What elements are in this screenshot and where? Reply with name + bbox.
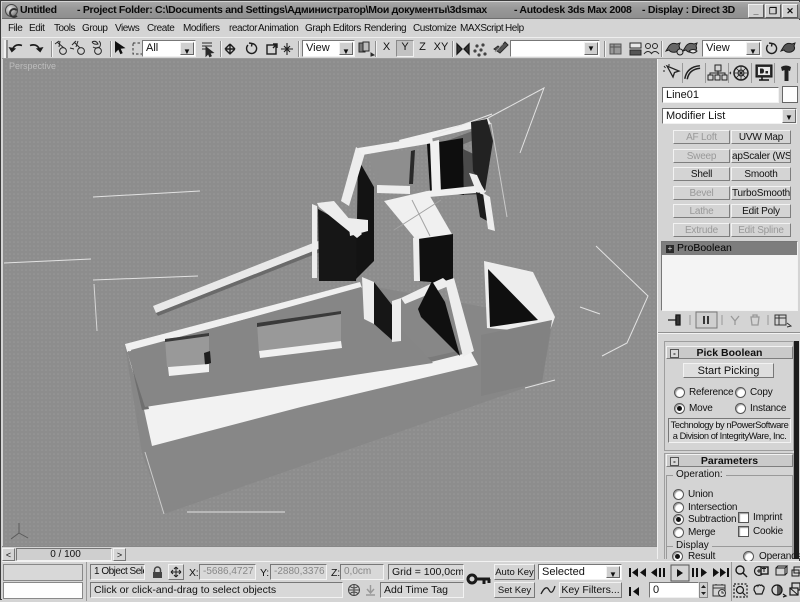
svg-text:Perspective: Perspective [9,61,56,71]
